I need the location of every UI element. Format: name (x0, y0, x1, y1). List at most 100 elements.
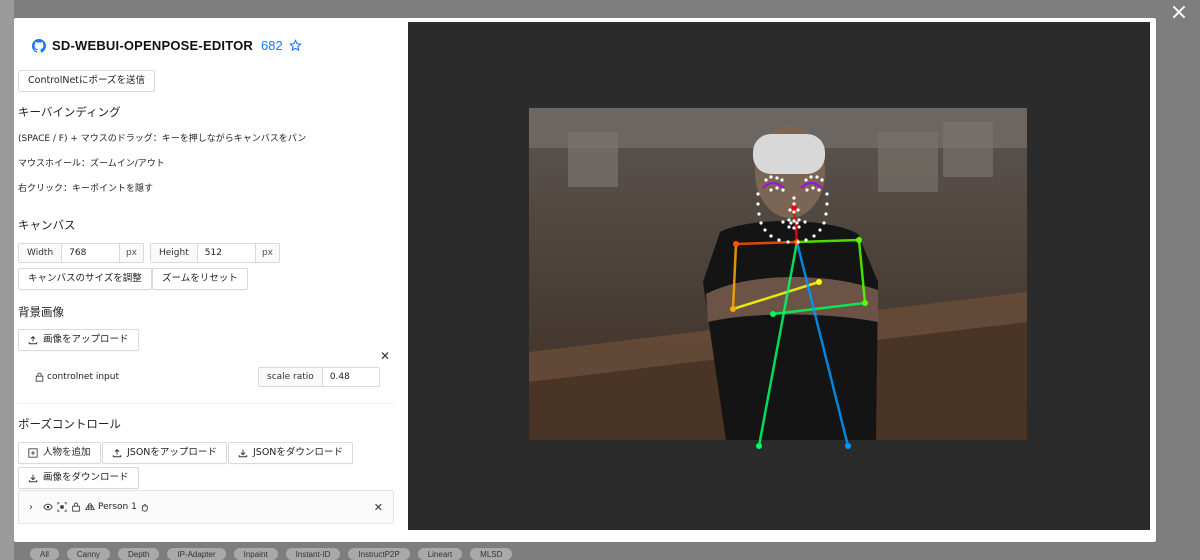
face-keypoint[interactable] (792, 210, 796, 214)
face-keypoint[interactable] (796, 240, 800, 244)
face-keypoint[interactable] (781, 188, 785, 192)
face-keypoint[interactable] (775, 176, 779, 180)
face-keypoint[interactable] (781, 220, 785, 224)
eye-icon[interactable] (43, 502, 53, 512)
face-keypoint[interactable] (763, 228, 767, 232)
skeleton-keypoint[interactable] (791, 205, 797, 211)
reset-zoom-button[interactable]: ズームをリセット (152, 268, 248, 290)
face-keypoint[interactable] (812, 234, 816, 238)
face-keypoint[interactable] (769, 234, 773, 238)
face-keypoint[interactable] (820, 178, 824, 182)
add-person-button[interactable]: 人物を追加 (18, 442, 101, 464)
skeleton-keypoint[interactable] (756, 443, 762, 449)
github-icon[interactable] (32, 38, 46, 53)
face-keypoint[interactable] (789, 221, 793, 225)
scale-ratio-field[interactable]: scale ratio 0.48 (258, 367, 380, 387)
keybinding-item: マウスホイール：ズームイン/アウト (18, 159, 165, 169)
skeleton-keypoint[interactable] (845, 443, 851, 449)
face-keypoint[interactable] (787, 225, 791, 229)
canvas-height-field[interactable]: Height 512 px (150, 243, 280, 263)
face-keypoint[interactable] (795, 221, 799, 225)
width-input[interactable]: 768 (62, 244, 119, 262)
lock-icon[interactable] (35, 372, 44, 382)
face-keypoint[interactable] (803, 220, 807, 224)
upload-image-label: 画像をアップロード (43, 334, 129, 345)
height-input[interactable]: 512 (198, 244, 255, 262)
face-keypoint[interactable] (756, 192, 760, 196)
face-keypoint[interactable] (825, 192, 829, 196)
face-keypoint[interactable] (756, 202, 760, 206)
canvas-width-field[interactable]: Width 768 px (18, 243, 144, 263)
face-keypoint[interactable] (818, 228, 822, 232)
canvas-heading: キャンバス (18, 218, 76, 232)
face-keypoint[interactable] (811, 186, 815, 190)
star-icon[interactable] (288, 39, 302, 52)
background-sidebar (0, 0, 14, 560)
face-keypoint[interactable] (788, 208, 792, 212)
face-keypoint[interactable] (769, 175, 773, 179)
select-icon[interactable] (57, 502, 67, 512)
face-keypoint[interactable] (792, 196, 796, 200)
background-tab-strip: All Canny Depth IP-Adapter Inpaint Insta… (0, 548, 1200, 560)
face-keypoint[interactable] (757, 212, 761, 216)
face-keypoint[interactable] (815, 175, 819, 179)
skeleton-keypoint[interactable] (733, 241, 739, 247)
remove-person-close-icon[interactable]: ✕ (374, 501, 383, 514)
remove-background-close-icon[interactable]: ✕ (380, 349, 390, 363)
face-keypoint[interactable] (797, 218, 801, 222)
face-keypoint[interactable] (786, 240, 790, 244)
face-keypoint[interactable] (822, 221, 826, 225)
openpose-editor-modal: SD-WEBUI-OPENPOSE-EDITOR 682 ControlNetに… (14, 18, 1156, 542)
send-pose-button[interactable]: ControlNetにポーズを送信 (18, 70, 156, 92)
width-unit: px (118, 244, 143, 262)
background-layer-panel: controlnet input scale ratio 0.48 ✕ (18, 349, 394, 404)
face-keypoint[interactable] (780, 178, 784, 182)
gesture-icon[interactable] (139, 502, 149, 512)
face-keypoint[interactable] (809, 175, 813, 179)
face-keypoint[interactable] (804, 238, 808, 242)
face-keypoint[interactable] (759, 221, 763, 225)
bg-tab: Inpaint (233, 548, 278, 560)
face-keypoint[interactable] (769, 188, 773, 192)
pose-canvas-svg[interactable] (408, 22, 1150, 530)
upload-image-button[interactable]: 画像をアップロード (18, 329, 139, 351)
download-image-label: 画像をダウンロード (43, 472, 129, 483)
resize-canvas-button[interactable]: キャンバスのサイズを調整 (18, 268, 152, 290)
reset-zoom-label: ズームをリセット (162, 273, 238, 284)
bg-tab: Lineart (417, 548, 463, 560)
download-image-button[interactable]: 画像をダウンロード (18, 467, 139, 489)
person-label: Person 1 (98, 502, 137, 512)
skeleton-keypoint[interactable] (770, 311, 776, 317)
face-keypoint[interactable] (792, 226, 796, 230)
flip-icon[interactable] (85, 502, 95, 512)
face-keypoint[interactable] (787, 218, 791, 222)
skeleton-keypoint[interactable] (862, 300, 868, 306)
face-keypoint[interactable] (792, 219, 796, 223)
face-keypoint[interactable] (805, 188, 809, 192)
skeleton-keypoint[interactable] (856, 237, 862, 243)
person-row[interactable]: › Person 1 ✕ (18, 490, 394, 524)
download-json-button[interactable]: JSONをダウンロード (228, 442, 353, 464)
app-title[interactable]: SD-WEBUI-OPENPOSE-EDITOR (52, 38, 253, 53)
face-keypoint[interactable] (825, 202, 829, 206)
face-keypoint[interactable] (804, 178, 808, 182)
upload-json-button[interactable]: JSONをアップロード (102, 442, 227, 464)
face-keypoint[interactable] (817, 188, 821, 192)
download-icon (238, 449, 248, 458)
face-keypoint[interactable] (775, 186, 779, 190)
bg-tab: MLSD (470, 548, 513, 560)
scale-ratio-input[interactable]: 0.48 (323, 368, 379, 386)
lock-icon[interactable] (71, 502, 81, 512)
face-keypoint[interactable] (796, 208, 800, 212)
face-keypoint[interactable] (777, 238, 781, 242)
face-keypoint[interactable] (764, 178, 768, 182)
skeleton-keypoint[interactable] (730, 306, 736, 312)
chevron-right-icon[interactable]: › (29, 502, 33, 513)
face-keypoint[interactable] (792, 202, 796, 206)
face-keypoint[interactable] (824, 212, 828, 216)
pose-canvas[interactable] (408, 22, 1150, 530)
download-json-label: JSONをダウンロード (253, 447, 343, 458)
modal-close-icon[interactable]: × (1168, 2, 1190, 24)
face-keypoint[interactable] (797, 225, 801, 229)
skeleton-keypoint[interactable] (816, 279, 822, 285)
